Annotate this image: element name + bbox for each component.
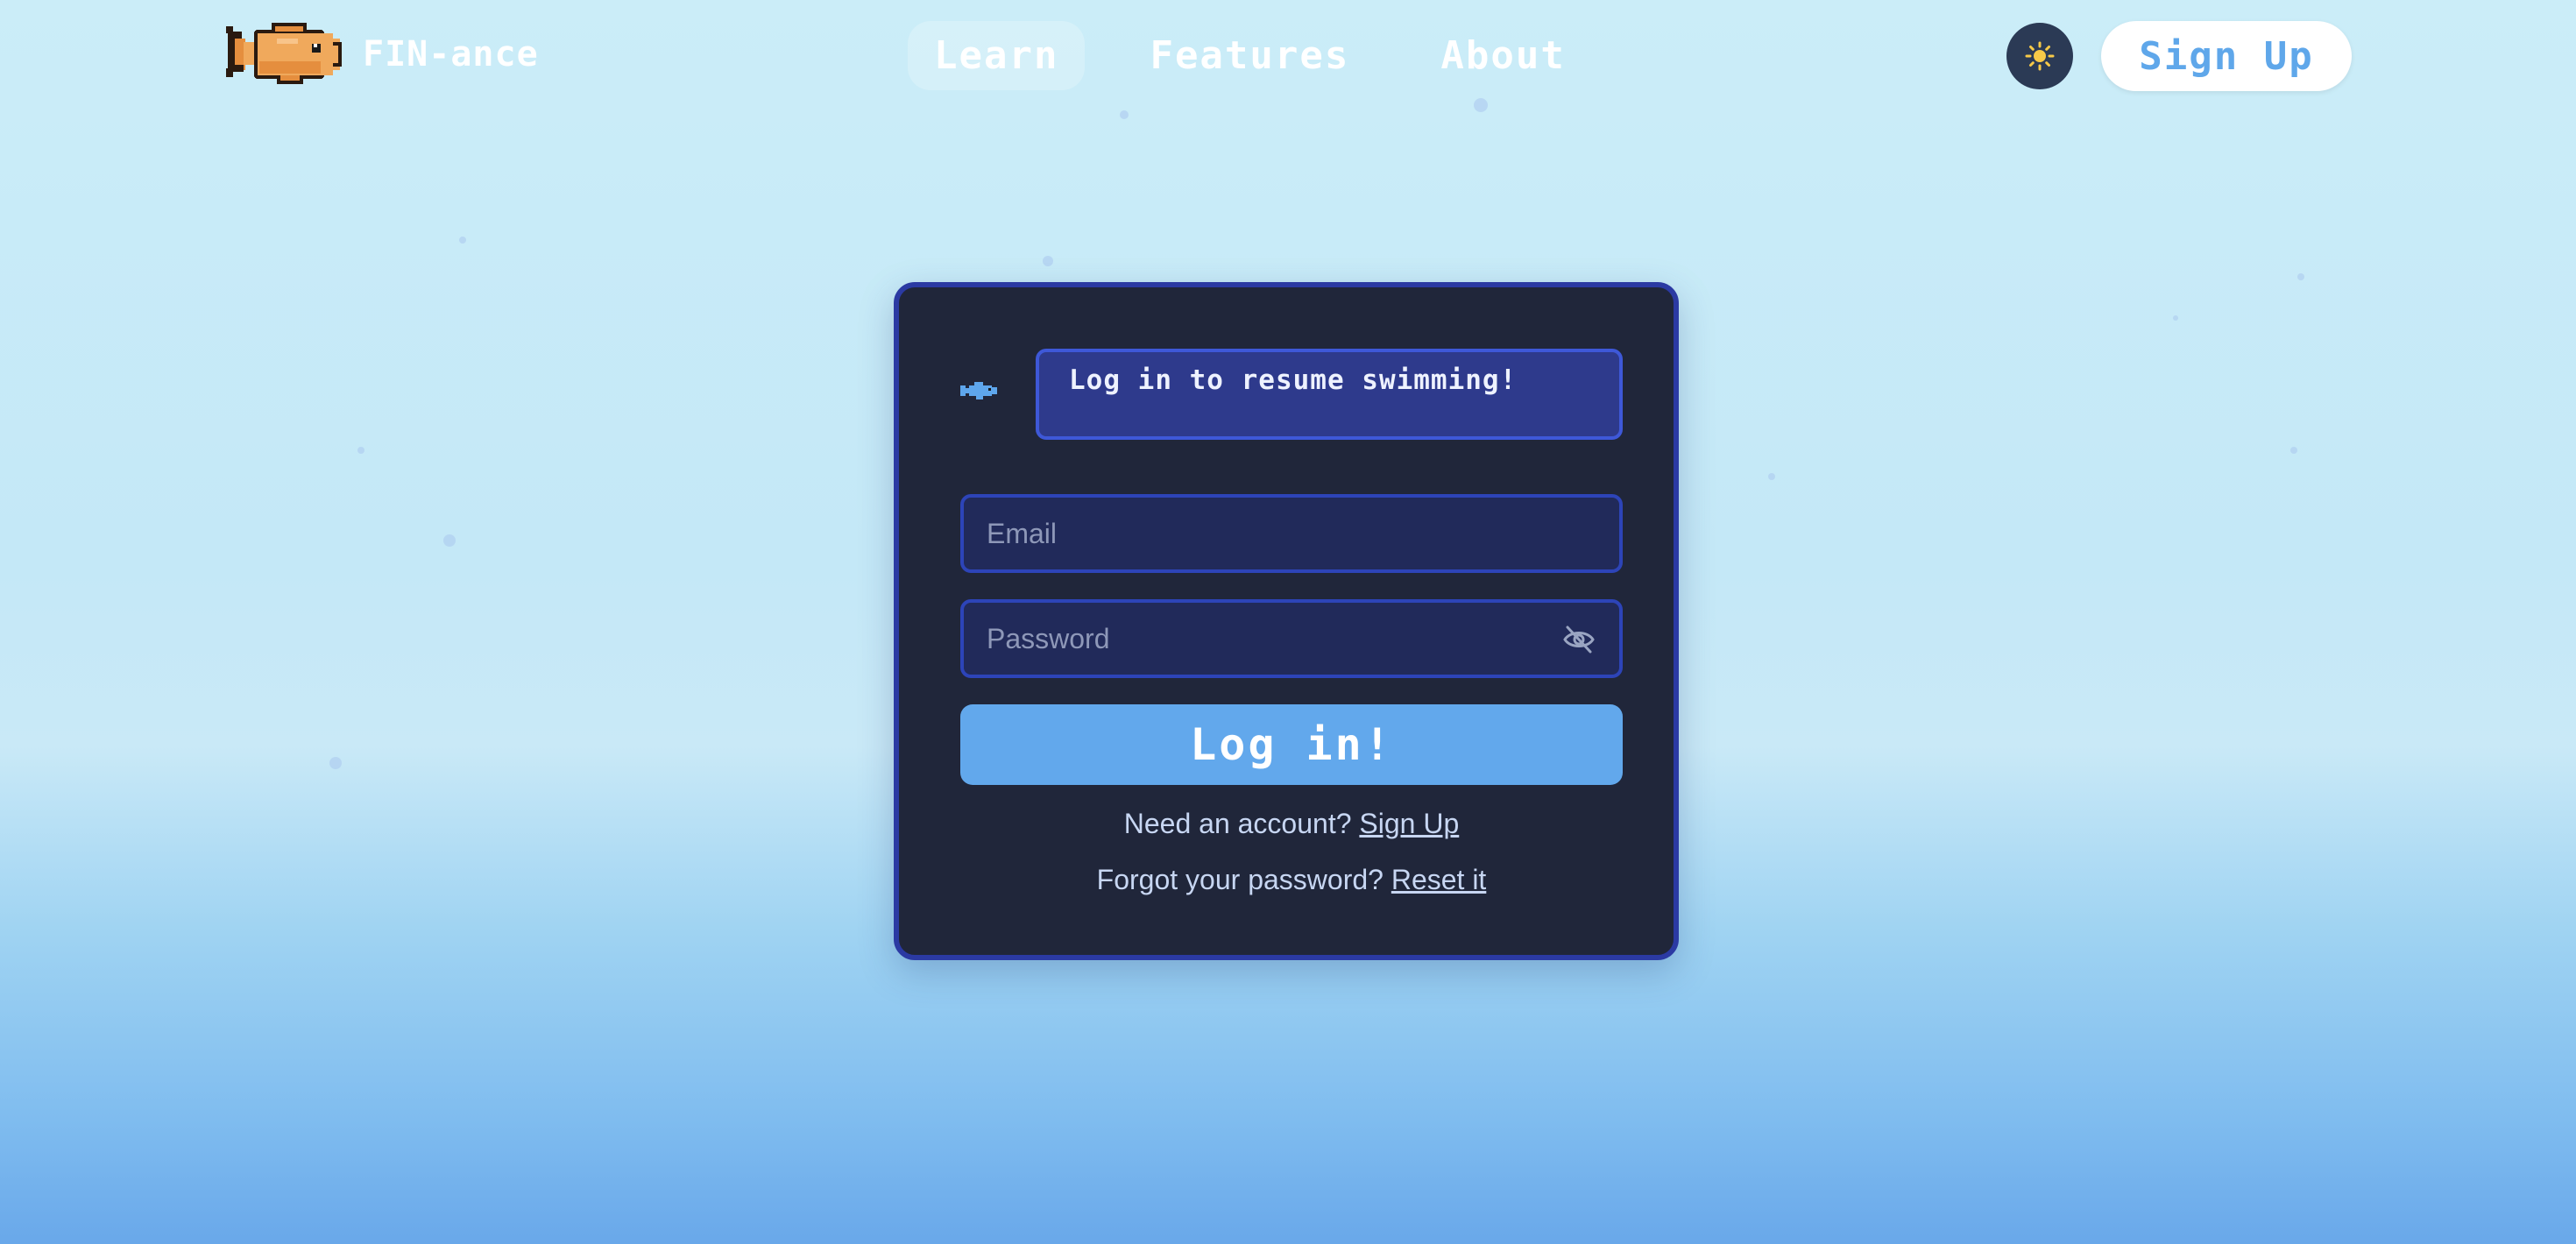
sun-icon bbox=[2025, 41, 2055, 71]
nav-learn[interactable]: Learn bbox=[908, 21, 1086, 90]
bubble bbox=[459, 237, 466, 244]
brand-name: FIN-ance bbox=[363, 34, 539, 74]
login-button[interactable]: Log in! bbox=[960, 704, 1623, 785]
login-card: Log in to resume swimming! Log in! Need … bbox=[894, 282, 1679, 960]
password-field[interactable] bbox=[960, 599, 1623, 678]
bubble bbox=[357, 447, 364, 454]
bubble bbox=[1043, 256, 1053, 266]
bubble bbox=[329, 757, 342, 769]
email-field[interactable] bbox=[960, 494, 1623, 573]
theme-toggle-button[interactable] bbox=[2006, 23, 2073, 89]
reset-prompt: Forgot your password? Reset it bbox=[899, 864, 1684, 896]
bubble bbox=[2173, 315, 2178, 321]
signup-button[interactable]: Sign Up bbox=[2101, 21, 2352, 91]
speech-bubble: Log in to resume swimming! bbox=[1036, 349, 1623, 440]
main-nav: Learn Features About bbox=[908, 21, 1592, 90]
nav-about[interactable]: About bbox=[1414, 21, 1591, 90]
brand[interactable]: FIN-ance bbox=[224, 19, 539, 89]
signup-prompt: Need an account? Sign Up bbox=[899, 808, 1684, 840]
goldfish-icon bbox=[226, 23, 342, 84]
nav-features[interactable]: Features bbox=[1123, 21, 1376, 90]
password-input[interactable] bbox=[964, 603, 1619, 675]
eye-slash-icon[interactable] bbox=[1561, 623, 1596, 656]
bubble bbox=[2297, 273, 2304, 280]
signup-link[interactable]: Sign Up bbox=[1359, 808, 1459, 839]
signup-prompt-text: Need an account? bbox=[1123, 808, 1352, 839]
bubble bbox=[1768, 473, 1775, 480]
login-header: Log in to resume swimming! bbox=[960, 349, 1623, 440]
fish-icon bbox=[960, 382, 997, 399]
reset-link[interactable]: Reset it bbox=[1391, 864, 1486, 895]
bubble bbox=[2290, 447, 2297, 454]
email-input[interactable] bbox=[964, 498, 1619, 569]
bubble bbox=[443, 534, 456, 547]
reset-prompt-text: Forgot your password? bbox=[1096, 864, 1384, 895]
top-navbar: FIN-ance Learn Features About Sign Up bbox=[0, 0, 2576, 112]
